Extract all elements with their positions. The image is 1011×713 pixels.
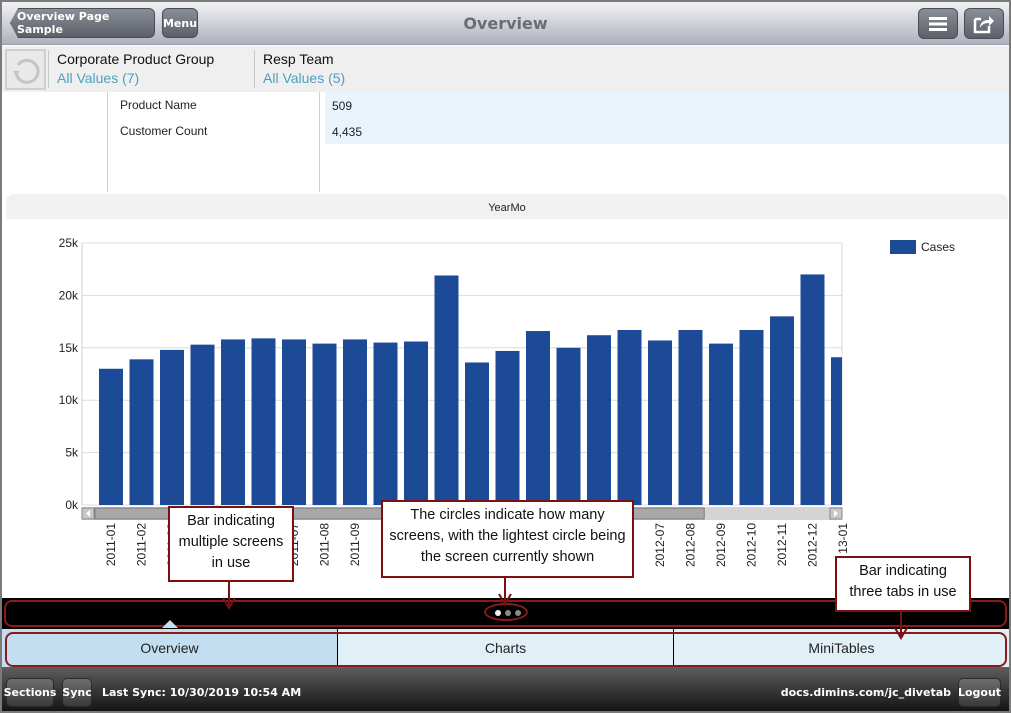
bar-2012-06: [617, 329, 642, 505]
active-tab-pointer: [162, 620, 178, 628]
bar-2011-08: [312, 343, 337, 505]
bar-2011-11: [404, 341, 428, 505]
legend-swatch: [890, 240, 916, 254]
y-tick-label: 15k: [59, 341, 79, 355]
x-tick-label: 13-01: [836, 523, 850, 554]
x-tick-label: 2012-12: [806, 523, 820, 567]
annotation-outline-dots: [484, 603, 528, 621]
bar-2012-10: [739, 329, 764, 505]
y-tick-label: 25k: [59, 236, 79, 250]
x-tick-label: 2012-11: [775, 523, 789, 566]
x-tick-label: 2011-02: [135, 523, 149, 566]
x-tick-label: 2012-09: [714, 523, 728, 567]
bar-2011-01: [99, 368, 123, 505]
x-tick-label: 2011-01: [104, 523, 118, 566]
bar-2011-04: [190, 344, 215, 505]
bar-2011-07: [282, 339, 306, 505]
bar-2011-12: [434, 275, 459, 505]
callout-screens-bar: Bar indicating multiple screens in use: [168, 506, 294, 582]
callout-tabs-bar: Bar indicating three tabs in use: [835, 556, 971, 612]
bar-2011-09: [343, 339, 367, 505]
bar-2013-01: [831, 357, 842, 505]
bar-2012-02: [495, 350, 520, 505]
site-link[interactable]: docs.dimins.com/jc_divetab: [781, 686, 951, 699]
y-tick-label: 0k: [65, 498, 79, 512]
last-sync-status: Last Sync: 10/30/2019 10:54 AM: [102, 686, 302, 699]
bar-2012-09: [709, 343, 733, 505]
y-tick-label: 20k: [59, 288, 79, 302]
tab-minitables[interactable]: MiniTables: [674, 629, 1009, 667]
bottom-toolbar: Sections Sync Last Sync: 10/30/2019 10:5…: [2, 667, 1009, 711]
callout-circles: The circles indicate how many screens, w…: [381, 500, 634, 578]
bar-2012-04: [556, 347, 581, 505]
y-tick-label: 10k: [59, 393, 79, 407]
sections-button[interactable]: Sections: [4, 678, 56, 707]
bar-2012-03: [526, 331, 550, 505]
tab-charts[interactable]: Charts: [338, 629, 674, 667]
bar-2012-05: [587, 335, 611, 505]
x-tick-label: 2011-09: [348, 523, 362, 566]
tab-overview[interactable]: Overview: [2, 629, 338, 667]
x-tick-label: 2012-07: [653, 523, 667, 567]
bar-2012-01: [465, 362, 489, 505]
app-frame: Overview Page Sample Menu Overview Corpo…: [2, 2, 1009, 711]
bar-2011-03: [160, 349, 184, 505]
bar-2011-05: [221, 339, 245, 505]
sync-button[interactable]: Sync: [62, 678, 92, 707]
logout-button[interactable]: Logout: [958, 678, 1001, 707]
y-tick-label: 5k: [65, 446, 79, 460]
x-tick-label: 2012-08: [684, 523, 698, 567]
bar-2012-08: [678, 329, 703, 505]
bar-2012-07: [648, 340, 672, 505]
tab-bar: Overview Charts MiniTables: [2, 629, 1009, 667]
bar-2012-12: [800, 274, 825, 505]
legend-label: Cases: [921, 240, 955, 254]
bar-2012-11: [770, 316, 794, 505]
bar-2011-10: [373, 342, 398, 505]
x-tick-label: 2012-10: [745, 523, 759, 567]
bar-2011-02: [129, 359, 154, 505]
bar-2011-06: [251, 338, 276, 505]
x-tick-label: 2011-08: [318, 523, 332, 566]
